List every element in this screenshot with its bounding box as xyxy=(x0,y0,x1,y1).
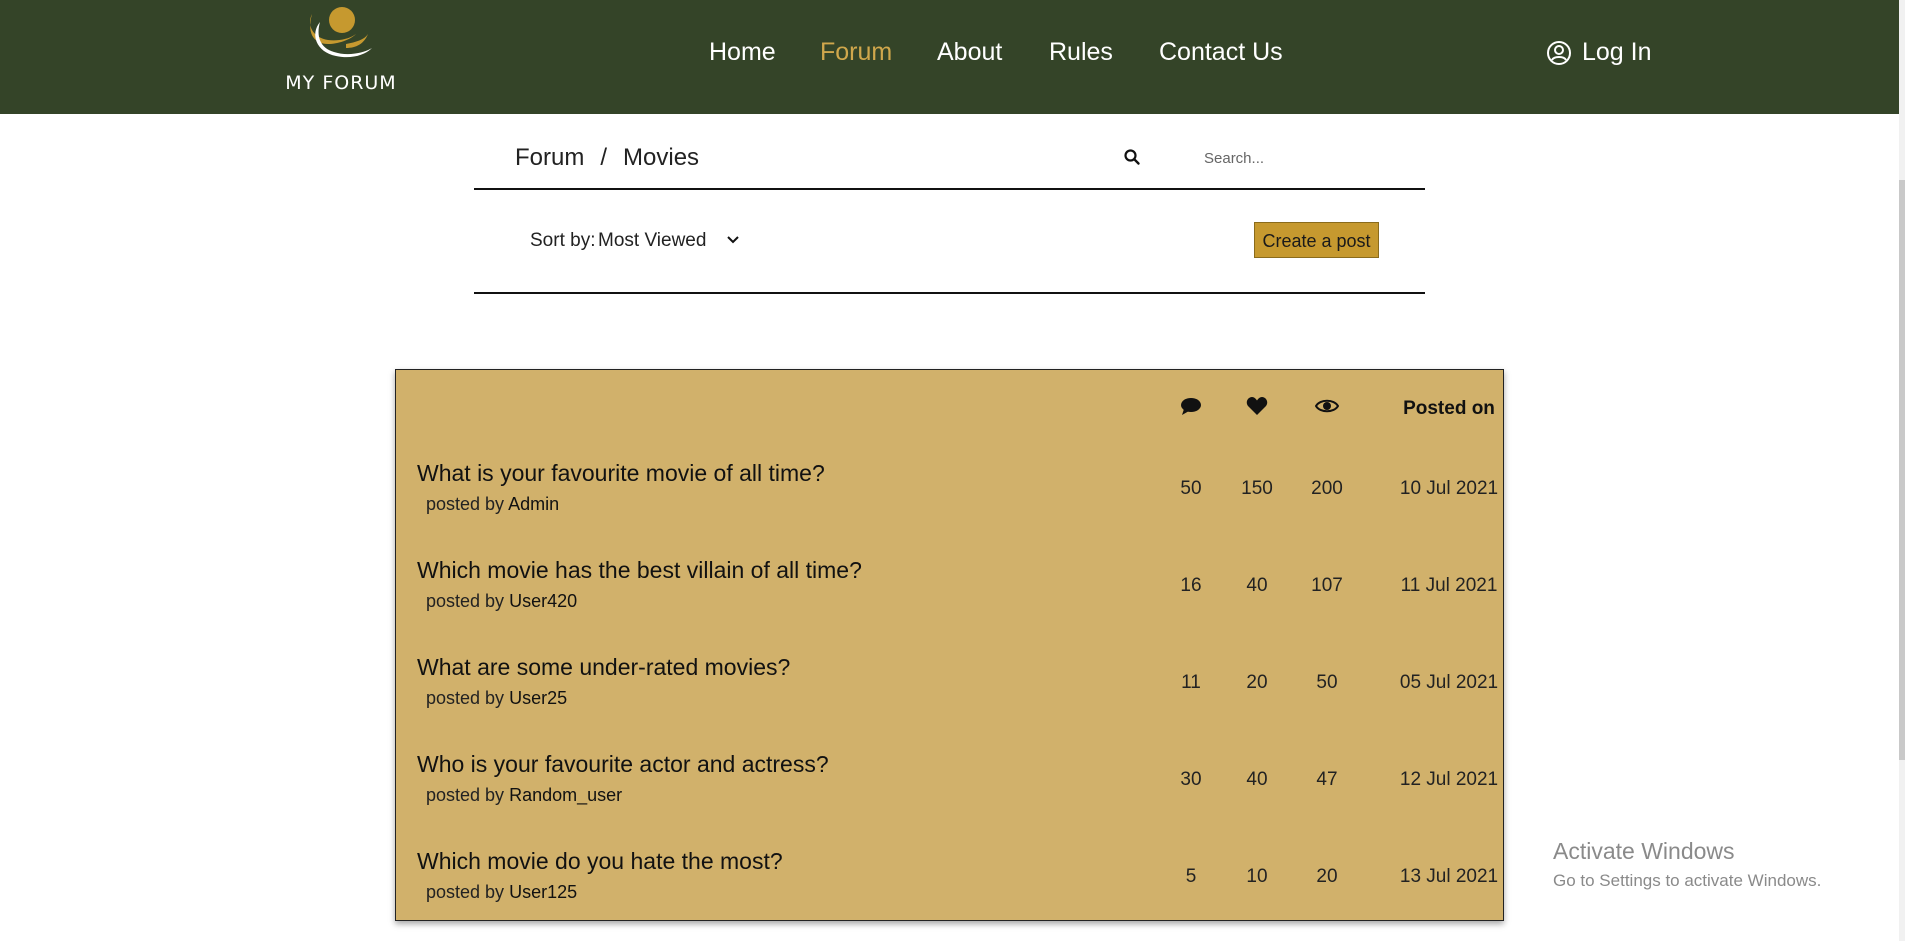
logo-icon xyxy=(309,7,372,58)
vertical-scrollbar[interactable] xyxy=(1899,0,1905,941)
search-input[interactable] xyxy=(1204,144,1374,172)
post-author[interactable]: User125 xyxy=(509,882,577,902)
post-title[interactable]: Which movie has the best villain of all … xyxy=(417,557,862,584)
post-byline: posted by User125 xyxy=(426,882,577,903)
posted-by-prefix: posted by xyxy=(426,785,505,805)
post-byline: posted by User420 xyxy=(426,591,577,612)
post-byline: posted by Random_user xyxy=(426,785,622,806)
posted-date: 10 Jul 2021 xyxy=(1399,478,1499,499)
table-row[interactable]: What is your favourite movie of all time… xyxy=(396,460,1503,540)
view-count: 20 xyxy=(1316,866,1338,887)
views-column-header xyxy=(1312,396,1342,420)
posted-date: 05 Jul 2021 xyxy=(1399,672,1499,693)
activate-windows-watermark: Activate Windows Go to Settings to activ… xyxy=(1553,838,1821,891)
comment-count: 50 xyxy=(1180,478,1202,499)
comment-count: 30 xyxy=(1180,769,1202,790)
posted-by-prefix: posted by xyxy=(426,882,505,902)
search-box xyxy=(1204,144,1404,174)
nav-rules[interactable]: Rules xyxy=(1049,38,1113,67)
logo-text: MY FORUM xyxy=(285,72,397,94)
create-post-button[interactable]: Create a post xyxy=(1254,222,1379,258)
likes-column-header xyxy=(1242,396,1272,420)
posted-by-prefix: posted by xyxy=(426,494,505,514)
search-icon xyxy=(1124,149,1140,165)
comment-count: 16 xyxy=(1180,575,1202,596)
site-logo[interactable]: MY FORUM xyxy=(276,4,406,96)
post-title[interactable]: What is your favourite movie of all time… xyxy=(417,460,825,487)
table-row[interactable]: Who is your favourite actor and actress?… xyxy=(396,751,1503,831)
user-circle-icon xyxy=(1547,40,1571,65)
sort-selected-value: Most Viewed xyxy=(598,230,707,251)
breadcrumb-movies: Movies xyxy=(623,144,700,171)
table-row[interactable]: Which movie do you hate the most? posted… xyxy=(396,848,1503,928)
nav-forum[interactable]: Forum xyxy=(820,38,892,67)
posted-on-header: Posted on xyxy=(1403,398,1495,419)
view-count: 47 xyxy=(1316,769,1338,790)
sort-label: Sort by: xyxy=(530,230,596,251)
login-link[interactable]: Log In xyxy=(1546,38,1652,67)
posted-date: 12 Jul 2021 xyxy=(1399,769,1499,790)
post-author[interactable]: Admin xyxy=(508,494,559,514)
breadcrumb-separator: / xyxy=(600,144,608,171)
sort-bar: Sort by: Most Viewed Create a post xyxy=(474,190,1425,294)
nav-home[interactable]: Home xyxy=(709,38,776,67)
post-byline: posted by User25 xyxy=(426,688,567,709)
login-label: Log In xyxy=(1582,38,1652,66)
breadcrumb-forum[interactable]: Forum xyxy=(515,144,584,171)
scrollbar-thumb[interactable] xyxy=(1899,180,1905,760)
post-byline: posted by Admin xyxy=(426,494,559,515)
posted-by-prefix: posted by xyxy=(426,591,505,611)
like-count: 20 xyxy=(1246,672,1268,693)
like-count: 40 xyxy=(1246,575,1268,596)
post-author[interactable]: User25 xyxy=(509,688,567,708)
eye-icon xyxy=(1314,399,1340,413)
post-author[interactable]: User420 xyxy=(509,591,577,611)
post-title[interactable]: What are some under-rated movies? xyxy=(417,654,790,681)
table-row[interactable]: What are some under-rated movies? posted… xyxy=(396,654,1503,734)
like-count: 10 xyxy=(1246,866,1268,887)
top-navbar: MY FORUM Home Forum About Rules Contact … xyxy=(0,0,1899,114)
table-row[interactable]: Which movie has the best villain of all … xyxy=(396,557,1503,637)
like-count: 150 xyxy=(1241,478,1273,499)
like-count: 40 xyxy=(1246,769,1268,790)
watermark-subtitle: Go to Settings to activate Windows. xyxy=(1553,871,1822,890)
comment-count: 5 xyxy=(1185,866,1197,887)
post-title[interactable]: Who is your favourite actor and actress? xyxy=(417,751,829,778)
breadcrumb-bar: Forum / Movies xyxy=(474,114,1425,190)
posted-date: 11 Jul 2021 xyxy=(1400,575,1498,596)
sort-dropdown[interactable]: Most Viewed xyxy=(598,226,748,256)
posted-date: 13 Jul 2021 xyxy=(1399,866,1499,887)
comments-column-header xyxy=(1176,396,1206,420)
post-title[interactable]: Which movie do you hate the most? xyxy=(417,848,783,875)
view-count: 107 xyxy=(1311,575,1343,596)
view-count: 200 xyxy=(1311,478,1343,499)
nav-contact-us[interactable]: Contact Us xyxy=(1159,38,1283,67)
comment-icon xyxy=(1181,398,1201,415)
watermark-title: Activate Windows xyxy=(1553,838,1735,864)
posted-by-prefix: posted by xyxy=(426,688,505,708)
view-count: 50 xyxy=(1316,672,1338,693)
posts-table: Posted on What is your favourite movie o… xyxy=(395,369,1504,921)
search-button[interactable] xyxy=(1123,148,1145,170)
breadcrumb: Forum / Movies xyxy=(515,144,699,172)
heart-icon xyxy=(1246,397,1268,415)
post-author[interactable]: Random_user xyxy=(509,785,622,805)
nav-about[interactable]: About xyxy=(937,38,1002,67)
chevron-down-icon xyxy=(727,236,739,244)
comment-count: 11 xyxy=(1181,672,1201,693)
